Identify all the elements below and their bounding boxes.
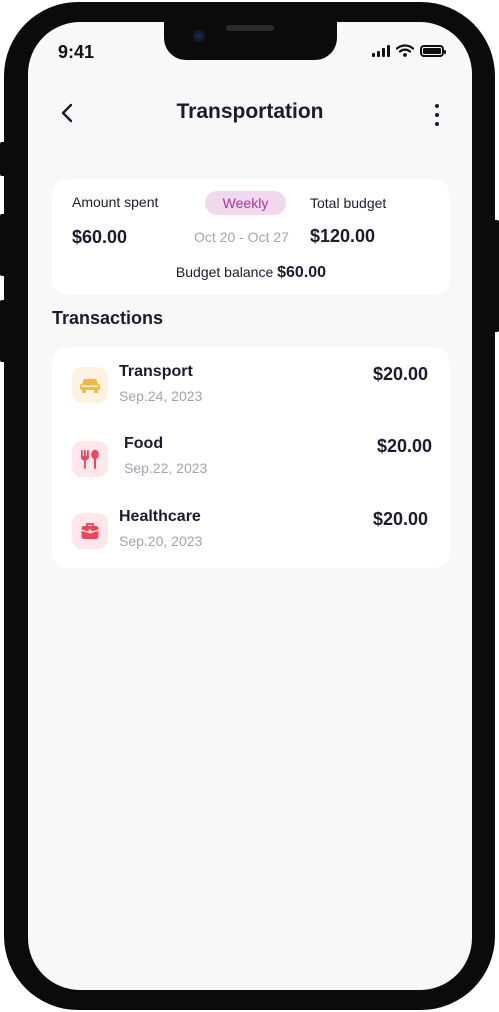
period-selector[interactable]: Weekly: [205, 191, 286, 215]
transaction-date: Sep.22, 2023: [124, 460, 208, 476]
date-range: Oct 20 - Oct 27: [194, 229, 289, 245]
side-button-power: [493, 220, 499, 332]
budget-balance-value: $60.00: [277, 264, 327, 281]
transaction-item[interactable]: Healthcare Sep.20, 2023 $20.00: [52, 506, 450, 562]
budget-balance: Budget balance $60.00: [52, 264, 450, 282]
front-camera: [193, 30, 205, 42]
app-screen: 9:41 Transportation Amount spent $60.00 …: [28, 22, 472, 990]
page-title: Transportation: [176, 100, 324, 123]
side-button-volume-up: [0, 214, 6, 276]
cutlery-icon: [72, 441, 108, 477]
transaction-name: Healthcare: [119, 508, 201, 525]
speaker-grille: [226, 25, 274, 31]
car-icon: [72, 367, 108, 403]
status-time: 9:41: [58, 42, 95, 62]
status-icons: [372, 44, 446, 57]
amount-spent-label: Amount spent: [72, 194, 159, 210]
total-budget-label: Total budget: [310, 195, 387, 211]
budget-summary-card: Amount spent $60.00 Weekly Oct 20 - Oct …: [52, 179, 450, 295]
more-dot-icon: [435, 104, 439, 108]
transaction-name: Transport: [119, 363, 193, 380]
cellular-signal-icon: [372, 44, 390, 57]
budget-balance-label: Budget balance: [175, 264, 274, 280]
wifi-icon: [396, 44, 414, 57]
side-button-mute: [0, 142, 6, 176]
more-dot-icon: [435, 122, 439, 126]
total-budget-value: $120.00: [310, 226, 376, 246]
medical-kit-icon: [72, 513, 108, 549]
side-button-volume-down: [0, 300, 6, 362]
transaction-name: Food: [124, 435, 164, 452]
transaction-date: Sep.24, 2023: [119, 388, 203, 404]
more-dot-icon: [435, 113, 439, 117]
transactions-title: Transactions: [52, 308, 164, 328]
transaction-date: Sep.20, 2023: [119, 533, 203, 549]
notch: [164, 22, 337, 60]
amount-spent-value: $60.00: [72, 227, 128, 247]
transactions-list: Transport Sep.24, 2023 $20.00 Food Sep.2…: [52, 347, 450, 568]
transaction-amount: $20.00: [372, 509, 428, 529]
transaction-amount: $20.00: [372, 364, 428, 384]
transaction-item[interactable]: Food Sep.22, 2023 $20.00: [52, 433, 450, 489]
transaction-item[interactable]: Transport Sep.24, 2023 $20.00: [52, 361, 450, 417]
battery-icon: [420, 44, 446, 57]
more-options-button[interactable]: [432, 104, 442, 126]
transaction-amount: $20.00: [376, 436, 432, 456]
